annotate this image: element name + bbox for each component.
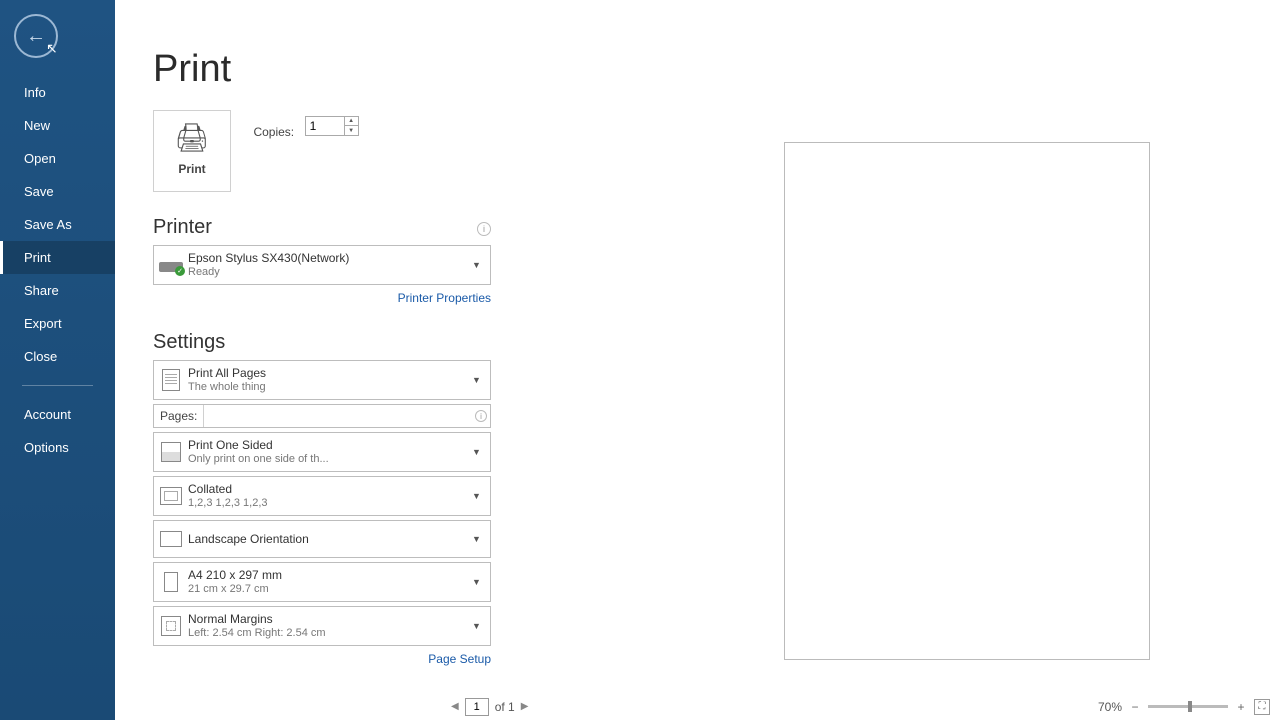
- margins-icon: [154, 616, 188, 636]
- nav-new[interactable]: New: [0, 109, 115, 142]
- print-range-select[interactable]: Print All Pages The whole thing ▼: [153, 360, 491, 400]
- landscape-icon: [154, 531, 188, 547]
- print-range-sub: The whole thing: [188, 381, 472, 394]
- printer-name: Epson Stylus SX430(Network): [188, 251, 472, 265]
- spin-up-button[interactable]: ▲: [345, 117, 358, 126]
- zoom-out-button[interactable]: −: [1128, 700, 1142, 714]
- paper-title: A4 210 x 297 mm: [188, 568, 472, 582]
- nav-close[interactable]: Close: [0, 340, 115, 373]
- copies-input[interactable]: 1 ▲ ▼: [305, 116, 359, 136]
- zoom-in-button[interactable]: +: [1234, 700, 1248, 714]
- margins-select[interactable]: Normal Margins Left: 2.54 cm Right: 2.54…: [153, 606, 491, 646]
- print-preview: [530, 24, 1280, 692]
- nav-export[interactable]: Export: [0, 307, 115, 340]
- orientation-title: Landscape Orientation: [188, 532, 472, 546]
- collate-title: Collated: [188, 482, 472, 496]
- page-title: Print: [153, 48, 231, 91]
- chevron-down-icon: ▼: [472, 447, 490, 457]
- print-controls: 🖨 Print Copies: 1 ▲ ▼ Printer i ✓ Epson …: [153, 110, 491, 670]
- printer-icon: 🖨: [154, 121, 230, 154]
- nav-divider: [22, 385, 93, 386]
- prev-page-button[interactable]: ◀: [449, 699, 461, 714]
- back-button[interactable]: ←: [14, 14, 58, 58]
- nav-account[interactable]: Account: [0, 398, 115, 431]
- chevron-down-icon: ▼: [472, 621, 490, 631]
- printer-status: Ready: [188, 266, 472, 279]
- pages-input[interactable]: [203, 405, 472, 427]
- one-sided-icon: [154, 442, 188, 462]
- paper-sub: 21 cm x 29.7 cm: [188, 583, 472, 596]
- nav-save-as[interactable]: Save As: [0, 208, 115, 241]
- paper-size-icon: [154, 572, 188, 592]
- zoom-thumb[interactable]: [1188, 701, 1192, 712]
- sides-title: Print One Sided: [188, 438, 472, 452]
- zoom-slider[interactable]: [1148, 705, 1228, 708]
- pages-info[interactable]: i: [472, 410, 490, 422]
- back-arrow-icon: ←: [26, 25, 46, 48]
- printer-properties-link[interactable]: Printer Properties: [398, 291, 491, 305]
- info-icon[interactable]: i: [477, 222, 491, 236]
- page-navigator: ◀ of 1 ▶: [449, 698, 530, 716]
- pages-icon: [154, 369, 188, 391]
- printer-select[interactable]: ✓ Epson Stylus SX430(Network) Ready ▼: [153, 245, 491, 285]
- chevron-down-icon: ▼: [472, 534, 490, 544]
- backstage-sidebar: ← ↖ Info New Open Save Save As Print Sha…: [0, 0, 115, 720]
- preview-status-bar: ◀ of 1 ▶ 70% − + ⛶: [415, 692, 1280, 720]
- nav-open[interactable]: Open: [0, 142, 115, 175]
- print-button[interactable]: 🖨 Print: [153, 110, 231, 192]
- chevron-down-icon: ▼: [472, 375, 490, 385]
- collate-icon: [154, 487, 188, 505]
- next-page-button[interactable]: ▶: [519, 699, 531, 714]
- printer-status-icon: ✓: [154, 256, 188, 274]
- pages-row: Pages: i: [153, 404, 491, 428]
- copies-label: Copies:: [253, 125, 294, 139]
- collate-select[interactable]: Collated 1,2,3 1,2,3 1,2,3 ▼: [153, 476, 491, 516]
- nav-info[interactable]: Info: [0, 76, 115, 109]
- preview-page: [784, 142, 1150, 660]
- zoom-fit-button[interactable]: ⛶: [1254, 699, 1270, 715]
- zoom-controls: 70% − + ⛶: [1098, 699, 1270, 715]
- pages-label: Pages:: [154, 409, 203, 423]
- page-total-label: of 1: [495, 700, 515, 714]
- sides-select[interactable]: Print One Sided Only print on one side o…: [153, 432, 491, 472]
- nav-print[interactable]: Print: [0, 241, 115, 274]
- chevron-down-icon: ▼: [472, 577, 490, 587]
- page-number-input[interactable]: [465, 698, 489, 716]
- info-icon: i: [475, 410, 487, 422]
- chevron-down-icon: ▼: [472, 491, 490, 501]
- copies-spinner: ▲ ▼: [344, 117, 358, 135]
- collate-sub: 1,2,3 1,2,3 1,2,3: [188, 497, 472, 510]
- margins-sub: Left: 2.54 cm Right: 2.54 cm: [188, 627, 472, 640]
- printer-heading: Printer i: [153, 216, 491, 239]
- backstage-main: Print 🖨 Print Copies: 1 ▲ ▼ Printer i ✓: [115, 0, 1280, 692]
- copies-control: Copies: 1 ▲ ▼: [253, 116, 358, 141]
- margins-title: Normal Margins: [188, 612, 472, 626]
- zoom-percent[interactable]: 70%: [1098, 700, 1122, 714]
- print-button-label: Print: [154, 162, 230, 176]
- nav-share[interactable]: Share: [0, 274, 115, 307]
- sides-sub: Only print on one side of th...: [188, 453, 472, 466]
- print-range-title: Print All Pages: [188, 366, 472, 380]
- page-setup-link[interactable]: Page Setup: [428, 652, 491, 666]
- copies-value: 1: [310, 119, 317, 133]
- chevron-down-icon: ▼: [472, 260, 490, 270]
- spin-down-button[interactable]: ▼: [345, 126, 358, 135]
- nav-save[interactable]: Save: [0, 175, 115, 208]
- settings-heading: Settings: [153, 331, 491, 354]
- paper-select[interactable]: A4 210 x 297 mm 21 cm x 29.7 cm ▼: [153, 562, 491, 602]
- backstage-nav: Info New Open Save Save As Print Share E…: [0, 76, 115, 464]
- orientation-select[interactable]: Landscape Orientation ▼: [153, 520, 491, 558]
- nav-options[interactable]: Options: [0, 431, 115, 464]
